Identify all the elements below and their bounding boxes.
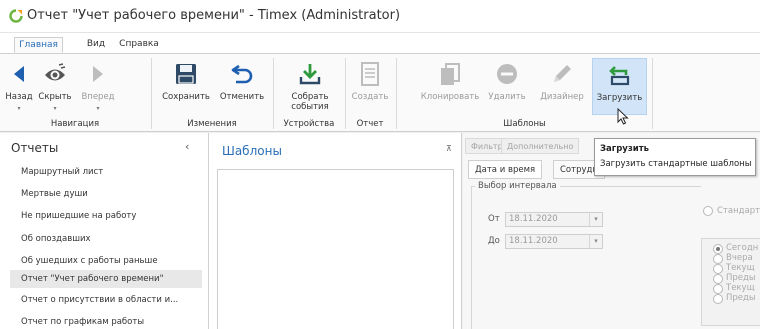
copy-icon bbox=[441, 63, 460, 85]
option-radio[interactable] bbox=[713, 254, 723, 264]
option-label: Вчера bbox=[726, 253, 753, 263]
group-templates: Шаблоны bbox=[503, 119, 546, 129]
to-date-input[interactable]: 18.11.2020 ▾ bbox=[505, 234, 603, 249]
save-button[interactable]: Сохранить bbox=[159, 58, 213, 115]
from-date-input[interactable]: 18.11.2020 ▾ bbox=[505, 212, 603, 227]
option-label: Текущ bbox=[726, 263, 755, 273]
eye-icon bbox=[45, 63, 66, 81]
report-list-item[interactable]: Отчет по графикам работы bbox=[10, 313, 202, 329]
back-button[interactable]: Назад ▾ bbox=[2, 58, 36, 115]
option-radio[interactable] bbox=[713, 294, 723, 304]
pencil-icon bbox=[554, 65, 571, 82]
reports-title: Отчеты bbox=[11, 141, 59, 155]
window-title: Отчет "Учет рабочего времени" - Timex (A… bbox=[27, 8, 401, 23]
tab-help[interactable]: Справка bbox=[116, 37, 162, 53]
undo-button[interactable]: Отменить bbox=[216, 58, 268, 115]
option-label: Преды bbox=[726, 293, 756, 303]
pin-icon[interactable]: ⊼ bbox=[446, 144, 452, 153]
timex-logo-icon bbox=[9, 9, 23, 23]
from-label: От bbox=[488, 214, 500, 224]
group-changes: Изменения bbox=[187, 119, 237, 129]
clone-button[interactable]: Клонировать bbox=[420, 58, 480, 115]
option-radio[interactable] bbox=[713, 274, 723, 284]
minus-circle-icon bbox=[497, 64, 517, 84]
chevron-down-icon[interactable]: ▾ bbox=[589, 235, 602, 248]
menu-bar: Главная Вид Справка bbox=[0, 33, 760, 53]
group-navigation: Навигация bbox=[50, 119, 100, 129]
hide-button[interactable]: Скрыть ▾ bbox=[36, 58, 74, 115]
chevron-down-icon[interactable]: ▾ bbox=[589, 213, 602, 226]
group-report: Отчет bbox=[356, 119, 384, 129]
standard-radio[interactable] bbox=[703, 206, 713, 216]
group-devices: Устройства bbox=[283, 119, 335, 129]
title-bar: Отчет "Учет рабочего времени" - Timex (A… bbox=[0, 0, 760, 33]
load-button[interactable]: Загрузить bbox=[592, 58, 647, 115]
report-list-item[interactable]: Не пришедшие на работу bbox=[10, 207, 202, 225]
tab-view[interactable]: Вид bbox=[81, 37, 111, 53]
reports-panel: Отчеты ‹ Маршрутный лист Мертвые души Не… bbox=[0, 133, 209, 329]
arrow-right-icon bbox=[93, 66, 103, 82]
templates-title: Шаблоны bbox=[222, 144, 282, 158]
load-template-icon bbox=[608, 66, 629, 86]
to-label: До bbox=[488, 236, 500, 246]
templates-list[interactable] bbox=[217, 169, 454, 329]
report-list-item[interactable]: Мертвые души bbox=[10, 185, 202, 203]
interval-legend: Выбор интервала bbox=[475, 181, 560, 191]
arrow-left-icon bbox=[14, 66, 24, 82]
option-label: Сегодн bbox=[726, 243, 759, 253]
collect-events-button[interactable]: Собрать события bbox=[280, 58, 340, 115]
interval-group bbox=[471, 186, 701, 329]
option-radio[interactable] bbox=[713, 264, 723, 274]
option-radio[interactable] bbox=[713, 244, 723, 254]
report-list-item[interactable]: Маршрутный лист bbox=[10, 163, 202, 181]
tooltip-text: Загрузить стандартные шаблоны bbox=[600, 159, 752, 169]
option-radio[interactable] bbox=[713, 284, 723, 294]
tooltip-title: Загрузить bbox=[600, 144, 650, 154]
undo-icon bbox=[231, 64, 253, 84]
download-icon bbox=[299, 64, 321, 85]
tab-home[interactable]: Главная bbox=[14, 37, 63, 53]
report-list-item[interactable]: Отчет о присутствии в области и... bbox=[10, 291, 202, 309]
ribbon: Назад ▾ Скрыть ▾ Вперед ▾ Навигация Сохр… bbox=[0, 53, 760, 132]
create-button[interactable]: Создать bbox=[351, 58, 389, 115]
forward-button[interactable]: Вперед ▾ bbox=[76, 58, 120, 115]
report-list-item[interactable]: Об опоздавших bbox=[10, 230, 202, 248]
subtab-date-time[interactable]: Дата и время bbox=[468, 160, 543, 179]
tab-additional[interactable]: Дополнительно bbox=[501, 138, 580, 154]
option-label: Текущ bbox=[726, 283, 755, 293]
mouse-cursor-icon bbox=[617, 108, 629, 125]
ribbon-separator bbox=[652, 58, 653, 129]
load-tooltip: Загрузить Загрузить стандартные шаблоны bbox=[594, 138, 756, 176]
templates-panel: Шаблоны ⊼ bbox=[209, 133, 462, 329]
standard-label: Стандартн bbox=[717, 206, 760, 216]
delete-button[interactable]: Удалить bbox=[481, 58, 533, 115]
document-icon bbox=[361, 62, 379, 86]
report-list-item[interactable]: Об ушедших с работы раньше bbox=[10, 252, 202, 270]
report-list-item-selected[interactable]: Отчет "Учет рабочего времени" bbox=[10, 270, 202, 288]
designer-button[interactable]: Дизайнер bbox=[536, 58, 588, 115]
option-label: Преды bbox=[726, 273, 756, 283]
collapse-panel-icon[interactable]: ‹ bbox=[185, 140, 189, 153]
floppy-disk-icon bbox=[176, 64, 196, 84]
